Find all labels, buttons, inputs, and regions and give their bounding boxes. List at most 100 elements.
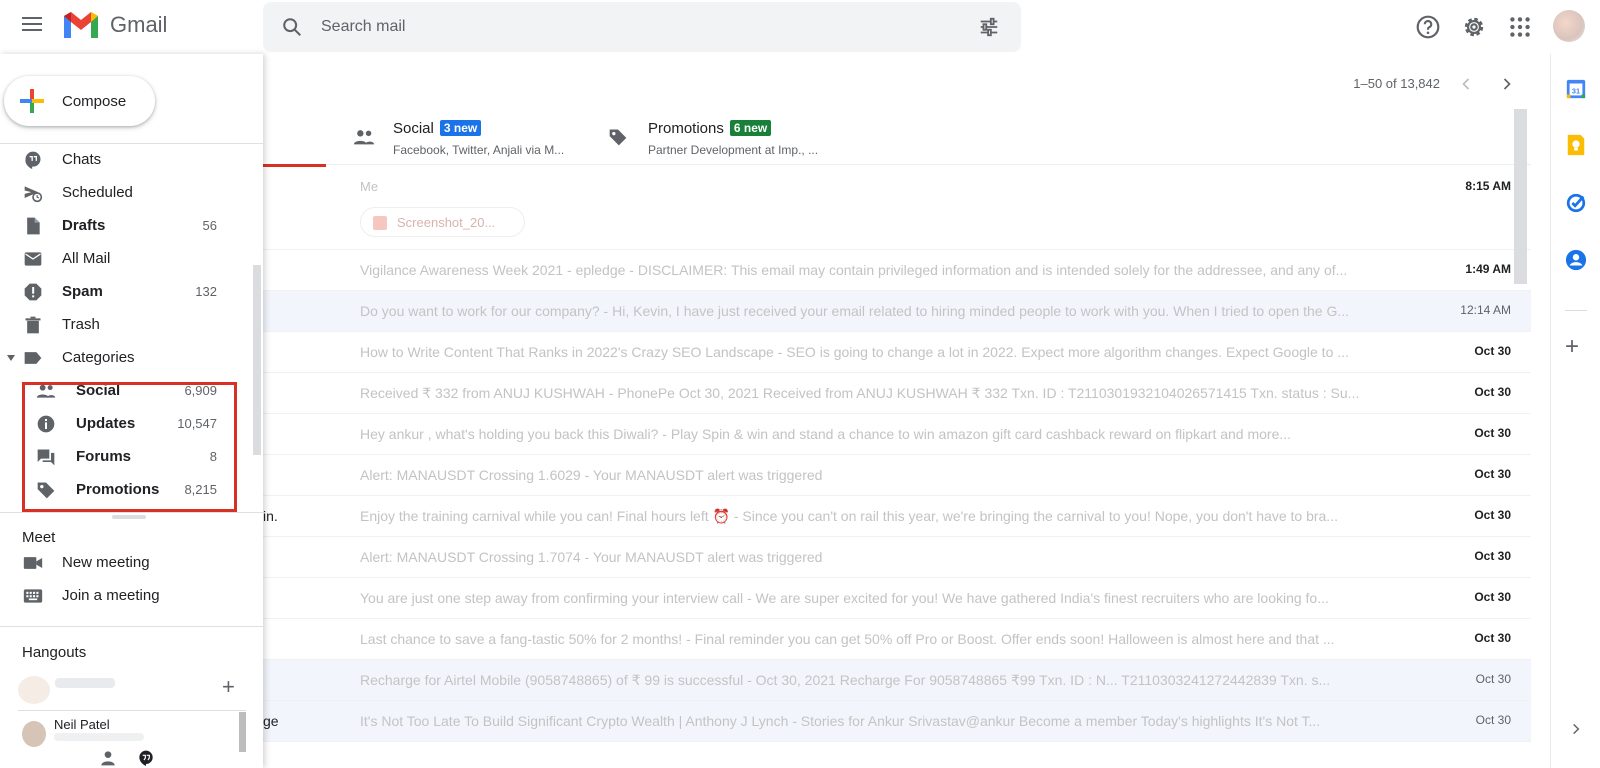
email-date: Oct 30	[1474, 385, 1511, 399]
search-icon[interactable]	[281, 16, 303, 38]
tasks-icon[interactable]	[1565, 192, 1587, 214]
person-icon[interactable]	[100, 750, 116, 766]
email-date: Oct 30	[1474, 467, 1511, 481]
collapse-arrow-icon[interactable]	[6, 354, 16, 362]
sidebar-item-categories[interactable]: Categories	[0, 341, 245, 374]
sidebar-scrollbar[interactable]	[253, 265, 261, 455]
main-content: 1–50 of 13,842 Social 3 new Facebook, Twi…	[263, 54, 1550, 768]
trash-icon	[25, 316, 41, 334]
email-preview: Alert: MANAUSDT Crossing 1.7074 - Your M…	[360, 549, 823, 565]
email-row[interactable]: Received ₹ 332 from ANUJ KUSHWAH - Phone…	[263, 373, 1531, 414]
contact-status	[54, 733, 144, 741]
hangouts-user-status	[55, 678, 115, 688]
divider	[1565, 310, 1587, 311]
sidebar-item-drafts[interactable]: Drafts 56	[0, 209, 245, 242]
expand-panel-icon[interactable]	[1569, 722, 1583, 736]
email-date: Oct 30	[1475, 672, 1511, 686]
tab-promotions-senders: Partner Development at Imp., ...	[648, 143, 819, 157]
account-avatar[interactable]	[1553, 10, 1585, 42]
email-list-scrollbar[interactable]	[1514, 109, 1527, 284]
email-row[interactable]: in. Enjoy the training carnival while yo…	[263, 496, 1531, 537]
attachment-chip[interactable]: Screenshot_20...	[360, 207, 525, 237]
email-row[interactable]: Alert: MANAUSDT Crossing 1.6029 - Your M…	[263, 455, 1531, 496]
email-preview: Alert: MANAUSDT Crossing 1.6029 - Your M…	[360, 467, 823, 483]
newer-page-icon[interactable]	[1456, 74, 1476, 94]
new-meeting-button[interactable]: New meeting	[0, 547, 263, 580]
apps-grid-icon[interactable]	[1507, 14, 1533, 40]
add-hangouts-contact-button[interactable]: +	[222, 674, 235, 700]
sidebar-item-trash[interactable]: Trash	[0, 308, 245, 341]
email-sender-fragment: in.	[263, 508, 278, 524]
email-row[interactable]: Last chance to save a fang-tastic 50% fo…	[263, 619, 1531, 660]
email-preview: How to Write Content That Ranks in 2022'…	[360, 344, 1349, 360]
hangouts-scrollbar[interactable]	[239, 712, 246, 752]
tab-social[interactable]: Social 3 new Facebook, Twitter, Anjali vi…	[353, 109, 593, 165]
compose-label: Compose	[62, 92, 127, 110]
sidebar-item-count: 132	[195, 284, 217, 299]
scheduled-send-icon	[24, 186, 43, 203]
contact-name: Neil Patel	[54, 717, 110, 732]
email-preview: Recharge for Airtel Mobile (9058748865) …	[360, 672, 1331, 688]
search-input[interactable]	[321, 15, 921, 39]
main-menu-button[interactable]	[18, 13, 46, 41]
search-options-icon[interactable]	[978, 16, 1000, 38]
email-row[interactable]: Me Screenshot_20... 8:15 AM	[263, 167, 1531, 250]
join-meeting-button[interactable]: Join a meeting	[0, 580, 263, 613]
email-preview: Vigilance Awareness Week 2021 - epledge …	[360, 262, 1348, 278]
search-bar[interactable]	[263, 2, 1021, 52]
keep-icon[interactable]	[1565, 134, 1587, 156]
older-page-icon[interactable]	[1497, 74, 1517, 94]
email-sender-fragment: ge	[263, 713, 279, 729]
draft-icon	[27, 217, 40, 235]
email-date: 1:49 AM	[1465, 262, 1511, 276]
top-bar: Gmail	[0, 0, 1600, 54]
tag-icon	[609, 129, 627, 146]
contacts-icon[interactable]	[1565, 249, 1587, 271]
sidebar-item-label: Spam	[62, 283, 103, 300]
email-sender: Me	[360, 179, 379, 194]
menu-line	[22, 17, 42, 19]
sidebar-item-label: All Mail	[62, 250, 111, 267]
email-row[interactable]: ge It's Not Too Late To Build Significan…	[263, 701, 1531, 742]
email-preview: Received ₹ 332 from ANUJ KUSHWAH - Phone…	[360, 385, 1360, 401]
sidebar-item-count: 56	[202, 218, 217, 233]
email-row[interactable]: You are just one step away from confirmi…	[263, 578, 1531, 619]
hangouts-contact[interactable]: Neil Patel	[18, 710, 246, 750]
email-row[interactable]: Do you want to work for our company? - H…	[263, 291, 1531, 332]
tab-social-senders: Facebook, Twitter, Anjali via M...	[393, 143, 565, 157]
pagination-text: 1–50 of 13,842	[1353, 76, 1440, 91]
sidebar-item-scheduled[interactable]: Scheduled	[0, 176, 245, 209]
mail-icon	[24, 252, 42, 266]
settings-icon[interactable]	[1461, 14, 1487, 40]
menu-line	[22, 29, 42, 31]
sidebar-item-label: Trash	[62, 316, 100, 333]
hangouts-section-title: Hangouts	[22, 644, 87, 661]
email-row[interactable]: Hey ankur , what's holding you back this…	[263, 414, 1531, 455]
inbox-tabs: Social 3 new Facebook, Twitter, Anjali vi…	[263, 109, 1531, 165]
divider	[0, 626, 263, 627]
sidebar-item-spam[interactable]: Spam 132	[0, 275, 245, 308]
email-date: 12:14 AM	[1460, 303, 1511, 317]
add-on-plus-icon[interactable]: +	[1565, 335, 1579, 359]
calendar-icon[interactable]: 31	[1565, 78, 1587, 100]
keyboard-icon	[23, 589, 43, 603]
tab-promotions[interactable]: Promotions 6 new Partner Development at I…	[608, 109, 868, 165]
email-date: Oct 30	[1474, 508, 1511, 522]
support-icon[interactable]	[1415, 14, 1441, 40]
sidebar-item-chats[interactable]: Chats	[0, 143, 245, 176]
hangouts-user-avatar[interactable]	[18, 676, 50, 704]
sidebar-item-all-mail[interactable]: All Mail	[0, 242, 245, 275]
tab-promotions-badge: 6 new	[729, 120, 772, 136]
email-row[interactable]: Alert: MANAUSDT Crossing 1.7074 - Your M…	[263, 537, 1531, 578]
compose-button[interactable]: Compose	[4, 76, 155, 126]
spam-icon	[24, 283, 42, 301]
email-row[interactable]: How to Write Content That Ranks in 2022'…	[263, 332, 1531, 373]
section-resize-handle[interactable]	[112, 515, 146, 519]
compose-plus-icon	[20, 89, 44, 113]
gmail-logo[interactable]: Gmail	[62, 10, 167, 40]
hangouts-icon[interactable]	[138, 750, 154, 766]
email-preview: You are just one step away from confirmi…	[360, 590, 1329, 606]
email-preview: Last chance to save a fang-tastic 50% fo…	[360, 631, 1335, 647]
email-row[interactable]: Recharge for Airtel Mobile (9058748865) …	[263, 660, 1531, 701]
email-row[interactable]: Vigilance Awareness Week 2021 - epledge …	[263, 250, 1531, 291]
